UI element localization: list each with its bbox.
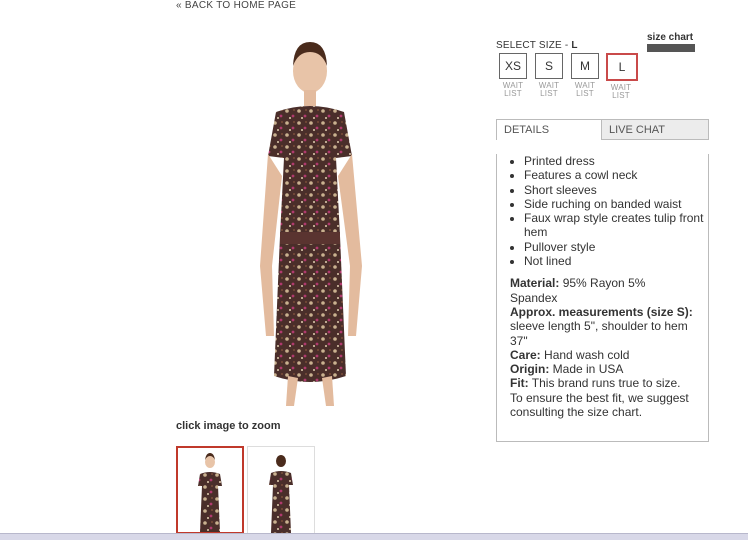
- material-spec: Material: 95% Rayon 5% Spandex: [510, 276, 696, 305]
- wait-list-label: WAIT LIST: [538, 81, 560, 98]
- size-options: XS WAIT LIST S WAIT LIST M WAIT LIST L W…: [498, 53, 638, 100]
- spec-label: Fit:: [510, 376, 529, 391]
- size-prompt: SELECT SIZE -: [496, 40, 572, 51]
- feature-list: Printed dress Features a cowl neck Short…: [497, 154, 708, 268]
- back-link-label: BACK TO HOME PAGE: [184, 0, 297, 11]
- tab-live-chat[interactable]: LIVE CHAT: [602, 119, 709, 140]
- spec-label: Care:: [510, 347, 541, 362]
- origin-spec: Origin: Made in USA: [510, 362, 696, 376]
- spec-value: This brand runs true to size. To ensure …: [510, 376, 689, 420]
- product-info-panel: DETAILS LIVE CHAT Printed dress Features…: [496, 119, 709, 442]
- details-content: Printed dress Features a cowl neck Short…: [496, 154, 709, 442]
- info-tabs: DETAILS LIVE CHAT: [496, 119, 709, 141]
- size-box: XS: [499, 53, 527, 79]
- size-option-xs[interactable]: XS WAIT LIST: [498, 53, 528, 100]
- double-chevron-left-icon: «: [176, 0, 182, 11]
- spec-label: Origin:: [510, 362, 550, 377]
- thumbnail-back[interactable]: [247, 446, 315, 534]
- size-chart-link[interactable]: size chart: [647, 33, 697, 52]
- spec-value: Hand wash cold: [540, 347, 630, 362]
- fit-spec: Fit: This brand runs true to size. To en…: [510, 376, 696, 419]
- spec-value: sleeve length 5", shoulder to hem 37": [510, 319, 688, 348]
- wait-list-label: WAIT LIST: [610, 83, 632, 100]
- measurements-spec: Approx. measurements (size S): sleeve le…: [510, 305, 696, 348]
- zoom-hint: click image to zoom: [176, 420, 281, 432]
- size-option-s[interactable]: S WAIT LIST: [534, 53, 564, 100]
- select-size-label: SELECT SIZE - L: [496, 40, 578, 51]
- model-dress-photo: [260, 42, 362, 406]
- list-item: Pullover style: [524, 240, 708, 254]
- thumbnail-front[interactable]: [176, 446, 244, 534]
- ruler-icon: [647, 44, 695, 52]
- size-chart-label: size chart: [647, 32, 694, 43]
- list-item: Side ruching on banded waist: [524, 197, 708, 211]
- size-option-l[interactable]: L WAIT LIST: [606, 53, 638, 100]
- product-specs: Material: 95% Rayon 5% Spandex Approx. m…: [510, 276, 696, 419]
- spec-value: Made in USA: [549, 362, 624, 377]
- size-option-m[interactable]: M WAIT LIST: [570, 53, 600, 100]
- size-box: M: [571, 53, 599, 79]
- wait-list-label: WAIT LIST: [574, 81, 596, 98]
- list-item: Features a cowl neck: [524, 168, 708, 182]
- list-item: Printed dress: [524, 154, 708, 168]
- list-item: Faux wrap style creates tulip front hem: [524, 211, 708, 240]
- list-item: Short sleeves: [524, 183, 708, 197]
- selected-size: L: [571, 40, 578, 51]
- tab-details[interactable]: DETAILS: [496, 119, 602, 140]
- wait-list-label: WAIT LIST: [502, 81, 524, 98]
- back-to-home-link[interactable]: «BACK TO HOME PAGE: [176, 0, 296, 11]
- size-box: L: [606, 53, 638, 81]
- spec-label: Approx. measurements (size S):: [510, 304, 693, 319]
- care-spec: Care: Hand wash cold: [510, 348, 696, 362]
- thumbnail-strip: [176, 446, 315, 534]
- size-box: S: [535, 53, 563, 79]
- list-item: Not lined: [524, 254, 708, 268]
- product-main-image[interactable]: [176, 36, 444, 417]
- spec-label: Material:: [510, 276, 560, 291]
